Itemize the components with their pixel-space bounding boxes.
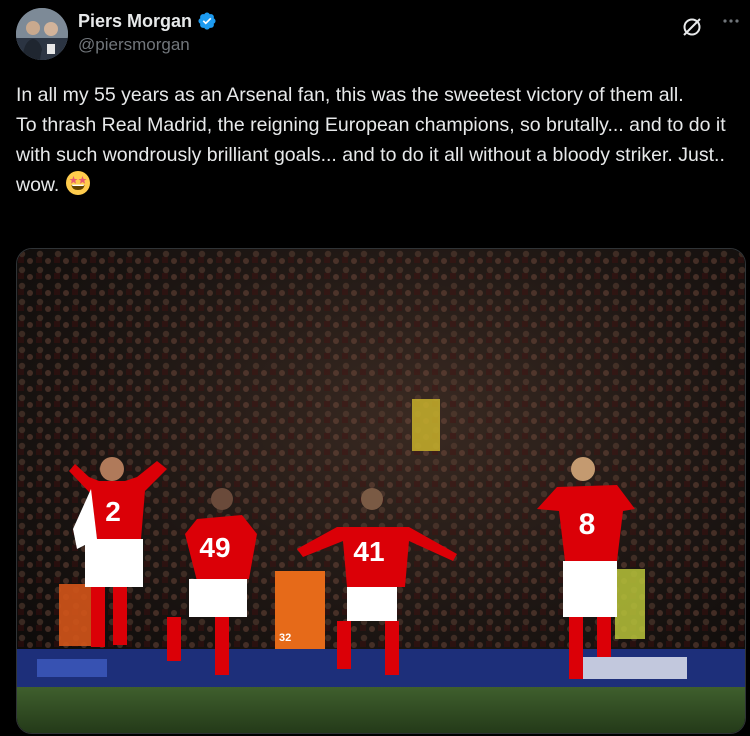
author-handle[interactable]: @piersmorgan — [78, 35, 217, 55]
verified-badge-icon — [197, 11, 217, 31]
grok-icon[interactable] — [681, 16, 703, 38]
author-info: Piers Morgan @piersmorgan — [78, 9, 217, 55]
more-options-icon[interactable] — [721, 11, 741, 31]
avatar-photo — [16, 8, 68, 60]
player-49-number: 49 — [199, 532, 230, 563]
tweet-text: In all my 55 years as an Arsenal fan, th… — [16, 80, 741, 200]
tweet-paragraph-1: In all my 55 years as an Arsenal fan, th… — [16, 84, 684, 106]
steward-badge-number: 32 — [279, 632, 291, 644]
author-display-name[interactable]: Piers Morgan — [78, 11, 192, 32]
player-2-number: 2 — [105, 496, 121, 527]
tweet-media-photo[interactable]: 2 49 41 8 32 — [16, 248, 746, 734]
author-avatar[interactable] — [16, 8, 68, 60]
celebration-photo: 2 49 41 8 32 — [17, 249, 745, 733]
tweet-paragraph-2: To thrash Real Madrid, the reigning Euro… — [16, 110, 741, 200]
star-struck-emoji-icon — [65, 170, 91, 196]
player-8-number: 8 — [579, 508, 596, 541]
player-41-number: 41 — [353, 536, 384, 567]
tweet-paragraph-2-text: To thrash Real Madrid, the reigning Euro… — [16, 114, 726, 196]
